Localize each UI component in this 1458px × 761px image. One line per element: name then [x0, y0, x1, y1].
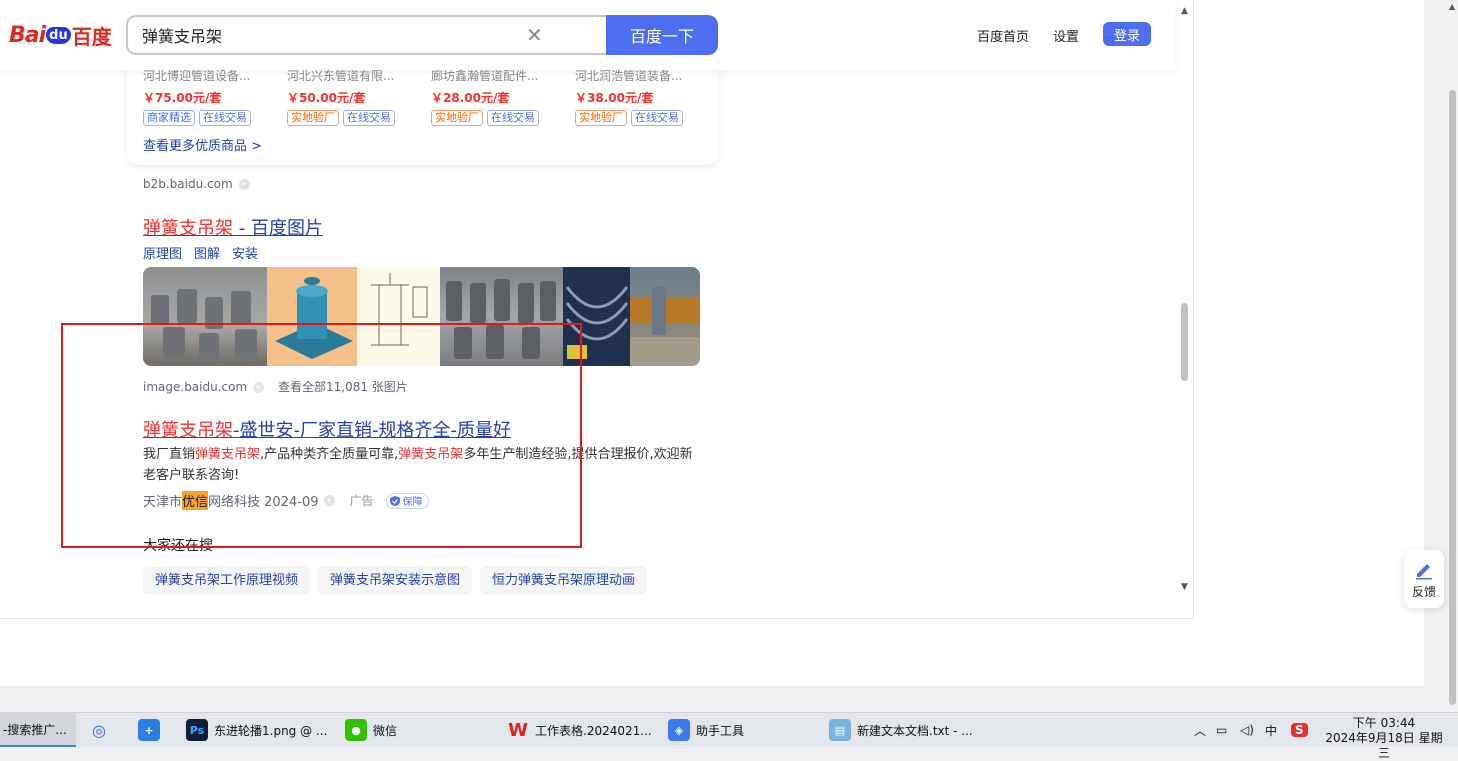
search-results-frame: Bai du 百度 ✕ 百度一下 百度首页 设置 登录 河北博迎管道设备... … [0, 0, 1194, 619]
clock-date: 2024年9月18日 星期三 [1325, 731, 1443, 760]
product-item[interactable]: 河北润浩管道装备... ￥38.00元/套 实地验厂 在线交易 [575, 67, 699, 126]
sogou-ime-icon[interactable]: S [1291, 713, 1308, 747]
source-url[interactable]: b2b.baidu.com [143, 177, 233, 191]
browser-page: Bai du 百度 ✕ 百度一下 百度首页 设置 登录 河北博迎管道设备... … [0, 0, 1444, 686]
product-tag: 商家精选 [143, 110, 195, 126]
sublink-diagram[interactable]: 图解 [194, 243, 220, 262]
taskbar-item-photoshop[interactable]: Ps 东进轮播1.png @ ... [186, 713, 327, 747]
product-price: ￥75.00元/套 [143, 91, 222, 105]
taskbar-item-wechat[interactable]: ● 微信 [345, 713, 397, 747]
scroll-up-icon[interactable]: ▲ [1449, 2, 1455, 11]
image-result-title[interactable]: 弹簧支吊架 - 百度图片 [143, 214, 323, 240]
baidu-logo[interactable]: Bai du 百度 [9, 18, 112, 52]
nav-settings-link[interactable]: 设置 [1053, 26, 1079, 45]
search-app-icon: ◎ [92, 720, 106, 740]
scroll-thumb[interactable] [1449, 90, 1456, 705]
taskbar-label: 助手工具 [696, 723, 745, 738]
gallery-image-6[interactable] [630, 267, 700, 366]
sublink-install[interactable]: 安装 [232, 243, 258, 262]
clear-icon[interactable]: ✕ [526, 23, 543, 47]
product-tag: 实地验厂 [287, 110, 339, 126]
outer-scrollbar[interactable]: ▲ [1447, 0, 1458, 710]
shield-app-icon: ◈ [668, 719, 690, 741]
feedback-button[interactable]: 反馈 [1404, 550, 1444, 608]
taskbar: -搜索推广... ◎ + Ps 东进轮播1.png @ ... ● 微信 W 工… [0, 712, 1458, 760]
product-item[interactable]: 河北博迎管道设备... ￥75.00元/套 商家精选 在线交易 [143, 67, 267, 126]
tray-chevron-up-icon[interactable]: ︿ [1194, 713, 1206, 747]
network-icon[interactable]: ▭ [1216, 713, 1227, 747]
clock-time: 下午 03:44 [1352, 716, 1416, 730]
image-sublinks: 原理图 图解 安装 [143, 243, 258, 262]
product-price: ￥28.00元/套 [431, 91, 510, 105]
taskbar-item-search[interactable]: ◎ [88, 713, 116, 747]
sublink-principle[interactable]: 原理图 [143, 243, 182, 262]
taskbar-label: -搜索推广... [3, 722, 67, 737]
volume-icon[interactable]: ◁) [1240, 713, 1254, 747]
highlight-box [61, 323, 582, 548]
photoshop-icon: Ps [186, 719, 208, 741]
product-tag: 实地验厂 [575, 110, 627, 126]
product-tag: 在线交易 [631, 110, 683, 126]
related-searches: 弹簧支吊架工作原理视频 弹簧支吊架安装示意图 恒力弹簧支吊架原理动画 [143, 566, 648, 595]
product-tag: 在线交易 [199, 110, 251, 126]
scroll-down-icon[interactable]: ▼ [1181, 582, 1188, 592]
login-button[interactable]: 登录 [1103, 22, 1151, 46]
product-item[interactable]: 河北兴东管道有限... ￥50.00元/套 实地验厂 在线交易 [287, 67, 411, 126]
related-chip[interactable]: 恒力弹簧支吊架原理动画 [480, 566, 648, 595]
product-price: ￥38.00元/套 [575, 91, 654, 105]
taskbar-item-helper[interactable]: ◈ 助手工具 [668, 713, 744, 747]
product-price: ￥50.00元/套 [287, 91, 366, 105]
search-box: ✕ [126, 15, 606, 55]
taskbar-item-app[interactable]: + [138, 713, 166, 747]
feedback-label: 反馈 [1411, 585, 1436, 599]
wechat-icon: ● [345, 719, 367, 741]
inner-scrollbar[interactable]: ▲ ▼ [1177, 0, 1193, 600]
title-keyword[interactable]: 弹簧支吊架 [143, 218, 233, 239]
notepad-icon: ▤ [829, 719, 851, 741]
scroll-thumb[interactable] [1181, 303, 1188, 381]
related-chip[interactable]: 弹簧支吊架安装示意图 [318, 566, 473, 595]
top-bar: Bai du 百度 ✕ 百度一下 百度首页 设置 登录 [0, 0, 1175, 70]
logo-bai: Bai [9, 22, 46, 48]
b2b-source: b2b.baidu.com [143, 177, 250, 191]
taskbar-label: 东进轮播1.png @ ... [214, 723, 328, 738]
title-rest[interactable]: - 百度图片 [233, 218, 323, 239]
taskbar-item-notepad[interactable]: ▤ 新建文本文档.txt - ... [829, 713, 973, 747]
taskbar-item-wps[interactable]: W 工作表格.2024021... [507, 713, 652, 747]
ime-indicator[interactable]: 中 [1265, 713, 1277, 747]
taskbar-label: 微信 [373, 723, 398, 738]
wps-icon: W [508, 719, 528, 741]
dropdown-icon[interactable] [238, 179, 250, 190]
product-tag: 在线交易 [343, 110, 395, 126]
scroll-up-icon[interactable]: ▲ [1181, 6, 1188, 16]
related-chip[interactable]: 弹簧支吊架工作原理视频 [143, 566, 311, 595]
logo-paw: du [46, 26, 71, 44]
more-products-link[interactable]: 查看更多优质商品 > [143, 135, 262, 154]
taskbar-clock[interactable]: 下午 03:44 2024年9月18日 星期三 [1322, 716, 1446, 761]
taskbar-item-browser[interactable]: -搜索推广... [0, 713, 76, 747]
taskbar-label: 新建文本文档.txt - ... [857, 723, 973, 738]
product-item[interactable]: 廊坊鑫瀚管道配件... ￥28.00元/套 实地验厂 在线交易 [431, 67, 555, 126]
logo-cn: 百度 [71, 24, 112, 49]
nav-home-link[interactable]: 百度首页 [977, 26, 1029, 45]
plus-app-icon: + [138, 719, 160, 741]
product-tag: 在线交易 [487, 110, 539, 126]
search-button[interactable]: 百度一下 [606, 15, 718, 55]
taskbar-label: 工作表格.2024021... [535, 723, 652, 738]
shop-card: 河北博迎管道设备... ￥75.00元/套 商家精选 在线交易 河北兴东管道有限… [127, 55, 718, 165]
edit-pen-icon [1416, 564, 1432, 580]
search-input[interactable] [128, 17, 522, 53]
pipe-support-photo [630, 287, 700, 366]
product-tag: 实地验厂 [431, 110, 483, 126]
